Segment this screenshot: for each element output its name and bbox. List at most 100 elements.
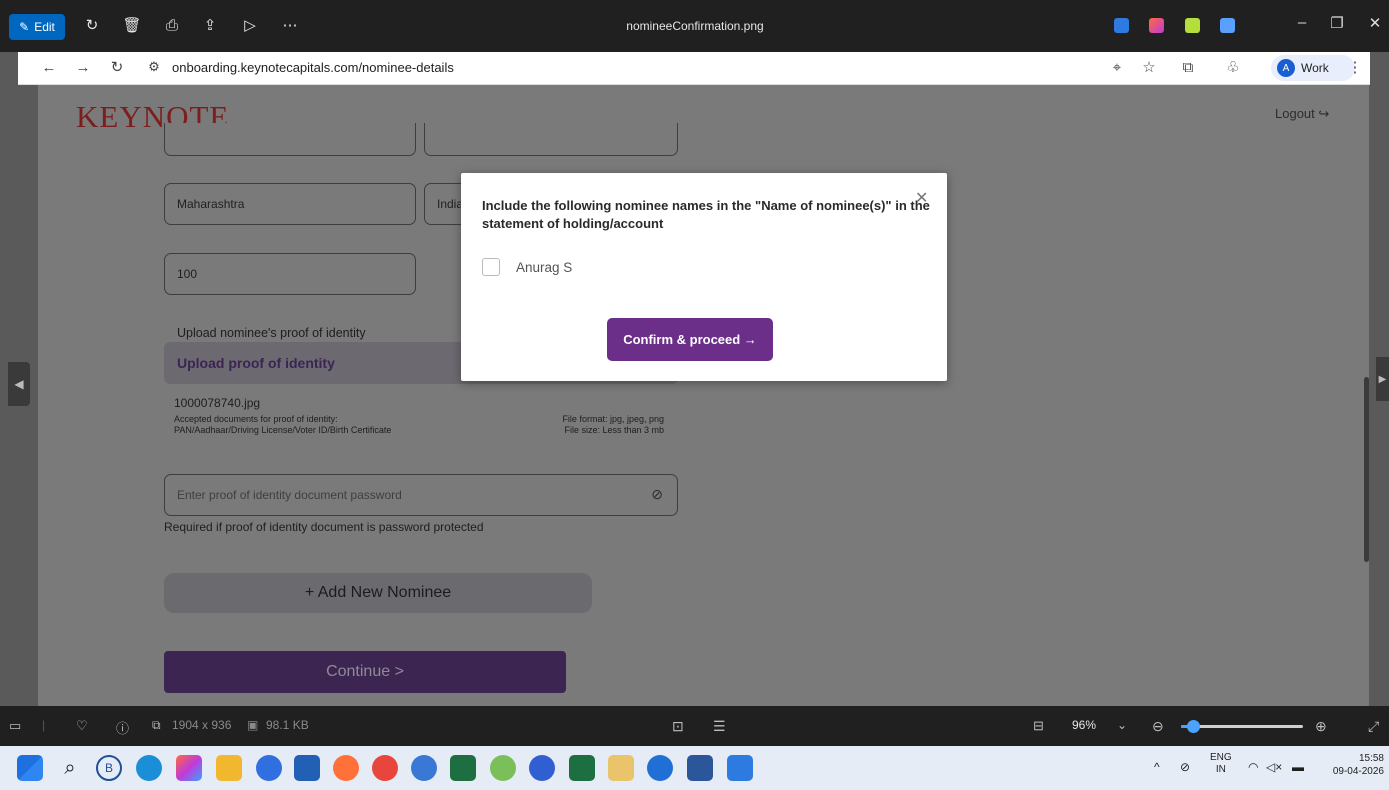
info-icon[interactable]: ⓘ	[116, 718, 129, 737]
maximize-button[interactable]: ❐	[1325, 14, 1349, 32]
password-hint: Required if proof of identity document i…	[164, 520, 484, 534]
filmstrip-icon[interactable]: ▭	[9, 718, 21, 734]
photos-app-icon[interactable]	[1114, 18, 1129, 33]
confirm-proceed-button[interactable]: Confirm & proceed →	[607, 318, 773, 361]
meetnow-icon[interactable]: ⊘	[1180, 760, 1190, 774]
eye-slash-icon[interactable]: ⊘	[651, 486, 663, 503]
lang-bottom: IN	[1215, 764, 1226, 775]
language-indicator[interactable]: ENG IN	[1210, 752, 1232, 776]
delete-icon[interactable]: 🗑	[122, 16, 142, 36]
word-icon[interactable]	[687, 755, 713, 781]
image-canvas: ← → ↻ ⚙ onboarding.keynotecapitals.com/n…	[0, 52, 1389, 706]
close-icon[interactable]: ✕	[915, 188, 928, 208]
text-extract-icon[interactable]: ☰	[713, 718, 726, 735]
browser-toolbar: ← → ↻ ⚙ onboarding.keynotecapitals.com/n…	[18, 52, 1370, 85]
address-bar[interactable]: onboarding.keynotecapitals.com/nominee-d…	[172, 60, 454, 75]
zoom-slider[interactable]	[1181, 720, 1303, 733]
fit-screen-icon[interactable]: ⊟	[1033, 718, 1044, 734]
disk-icon: ▣	[247, 718, 259, 732]
state-field[interactable]: Maharashtra	[164, 183, 416, 225]
photos-taskbar-icon[interactable]	[727, 755, 753, 781]
minimize-button[interactable]: –	[1290, 14, 1314, 31]
more-icon[interactable]: ⋯	[280, 16, 300, 36]
reload-icon[interactable]: ↻	[108, 58, 126, 78]
file-format-info: File format: jpg, jpeg, png	[562, 414, 664, 424]
upload-proof-label: Upload proof of identity	[177, 355, 335, 371]
nominee-checkbox[interactable]	[482, 258, 500, 276]
forward-icon[interactable]: →	[74, 58, 92, 78]
viewer-toolbar: ✎ Edit ↻ 🗑 ⎙ ⇪ ▷ ⋯ nomineeConfirmation.p…	[0, 0, 1389, 52]
slideshow-icon[interactable]: ▷	[240, 16, 260, 36]
bookmark-star-icon[interactable]: ☆	[1140, 58, 1158, 78]
edit-button[interactable]: ✎ Edit	[9, 14, 65, 40]
extensions-icon[interactable]: ⧉	[1179, 58, 1197, 78]
previous-image-button[interactable]: ◀	[8, 362, 30, 406]
address-line-field[interactable]	[164, 123, 416, 156]
browser-menu-icon[interactable]: ⋮	[1346, 58, 1364, 78]
volume-muted-icon[interactable]: ◁×	[1266, 760, 1282, 774]
start-icon[interactable]	[17, 755, 43, 781]
tray-overflow-icon[interactable]: ^	[1154, 760, 1160, 774]
excel-icon-2[interactable]	[569, 755, 595, 781]
designer-icon[interactable]	[1185, 18, 1200, 33]
continue-button[interactable]: Continue >	[164, 651, 566, 693]
zoom-slider-thumb[interactable]	[1187, 720, 1201, 733]
incognito-icon[interactable]: ♧	[1224, 58, 1242, 78]
search-icon[interactable]: ⌕	[57, 755, 83, 781]
next-image-button[interactable]: ▶	[1376, 357, 1389, 401]
file-explorer-icon[interactable]	[216, 755, 242, 781]
profile-label: Work	[1301, 61, 1329, 75]
nominee-confirm-dialog: Include the following nominee names in t…	[461, 173, 947, 381]
fullscreen-icon[interactable]: ⤢	[1368, 718, 1379, 735]
password-input[interactable]: Enter proof of identity document passwor…	[164, 474, 678, 516]
copilot-taskbar-icon[interactable]	[176, 755, 202, 781]
add-nominee-label: + Add New Nominee	[304, 584, 452, 601]
nominee-name: Anurag S	[516, 260, 573, 275]
zoom-out-icon[interactable]: ⊖	[1152, 718, 1164, 735]
zoom-dropdown-icon[interactable]: ⌄	[1117, 718, 1127, 732]
state-value: Maharashtra	[177, 197, 245, 211]
wifi-icon[interactable]: ◠	[1248, 760, 1258, 774]
outlook-icon[interactable]	[647, 755, 673, 781]
battery-icon[interactable]: ▬	[1292, 760, 1304, 774]
print-icon[interactable]: ⎙	[162, 16, 182, 36]
bing-icon[interactable]: B	[96, 755, 122, 781]
scan-icon[interactable]: ⊡	[672, 718, 684, 735]
clock[interactable]: 15:58 09-04-2026	[1314, 752, 1384, 778]
share-value: 100	[177, 267, 198, 281]
add-nominee-button[interactable]: + Add New Nominee	[164, 573, 592, 613]
profile-button[interactable]: A Work	[1271, 55, 1355, 81]
chrome-icon[interactable]	[372, 755, 398, 781]
edge-icon[interactable]	[136, 755, 162, 781]
logout-link[interactable]: Logout ↪	[1275, 106, 1329, 122]
location-icon[interactable]: ⌖	[1108, 58, 1126, 78]
image-dimensions: 1904 x 936	[172, 718, 232, 732]
chrome-profile-icon[interactable]	[411, 755, 437, 781]
back-icon[interactable]: ←	[40, 58, 58, 78]
accepted-docs-list: PAN/Aadhaar/Driving License/Voter ID/Bir…	[174, 425, 392, 435]
app-icon-c[interactable]	[608, 755, 634, 781]
accepted-docs-title: Accepted documents for proof of identity…	[174, 414, 338, 424]
rotate-icon[interactable]: ↻	[82, 16, 102, 36]
file-title: nomineeConfirmation.png	[626, 19, 764, 33]
zoom-in-icon[interactable]: ⊕	[1315, 718, 1327, 735]
share-percentage-field[interactable]: 100	[164, 253, 416, 295]
close-button[interactable]: ✕	[1363, 14, 1387, 32]
settings-app-icon[interactable]	[256, 755, 282, 781]
country-value: India	[437, 197, 464, 211]
lang-top: ENG	[1210, 752, 1232, 763]
firefox-icon[interactable]	[333, 755, 359, 781]
logout-icon: ↪	[1318, 106, 1330, 121]
site-settings-icon[interactable]: ⚙	[143, 59, 165, 77]
copilot-icon[interactable]	[1149, 18, 1164, 33]
app-icon-a[interactable]	[490, 755, 516, 781]
favorite-heart-icon[interactable]: ♡	[76, 718, 88, 734]
page-scrollbar[interactable]	[1364, 377, 1369, 562]
share-icon[interactable]: ⇪	[200, 16, 220, 36]
store-icon[interactable]	[294, 755, 320, 781]
onedrive-icon[interactable]	[1220, 18, 1235, 33]
zoom-level[interactable]: 96%	[1072, 718, 1096, 732]
app-icon-b[interactable]	[529, 755, 555, 781]
city-field[interactable]	[424, 123, 678, 156]
excel-icon[interactable]	[450, 755, 476, 781]
